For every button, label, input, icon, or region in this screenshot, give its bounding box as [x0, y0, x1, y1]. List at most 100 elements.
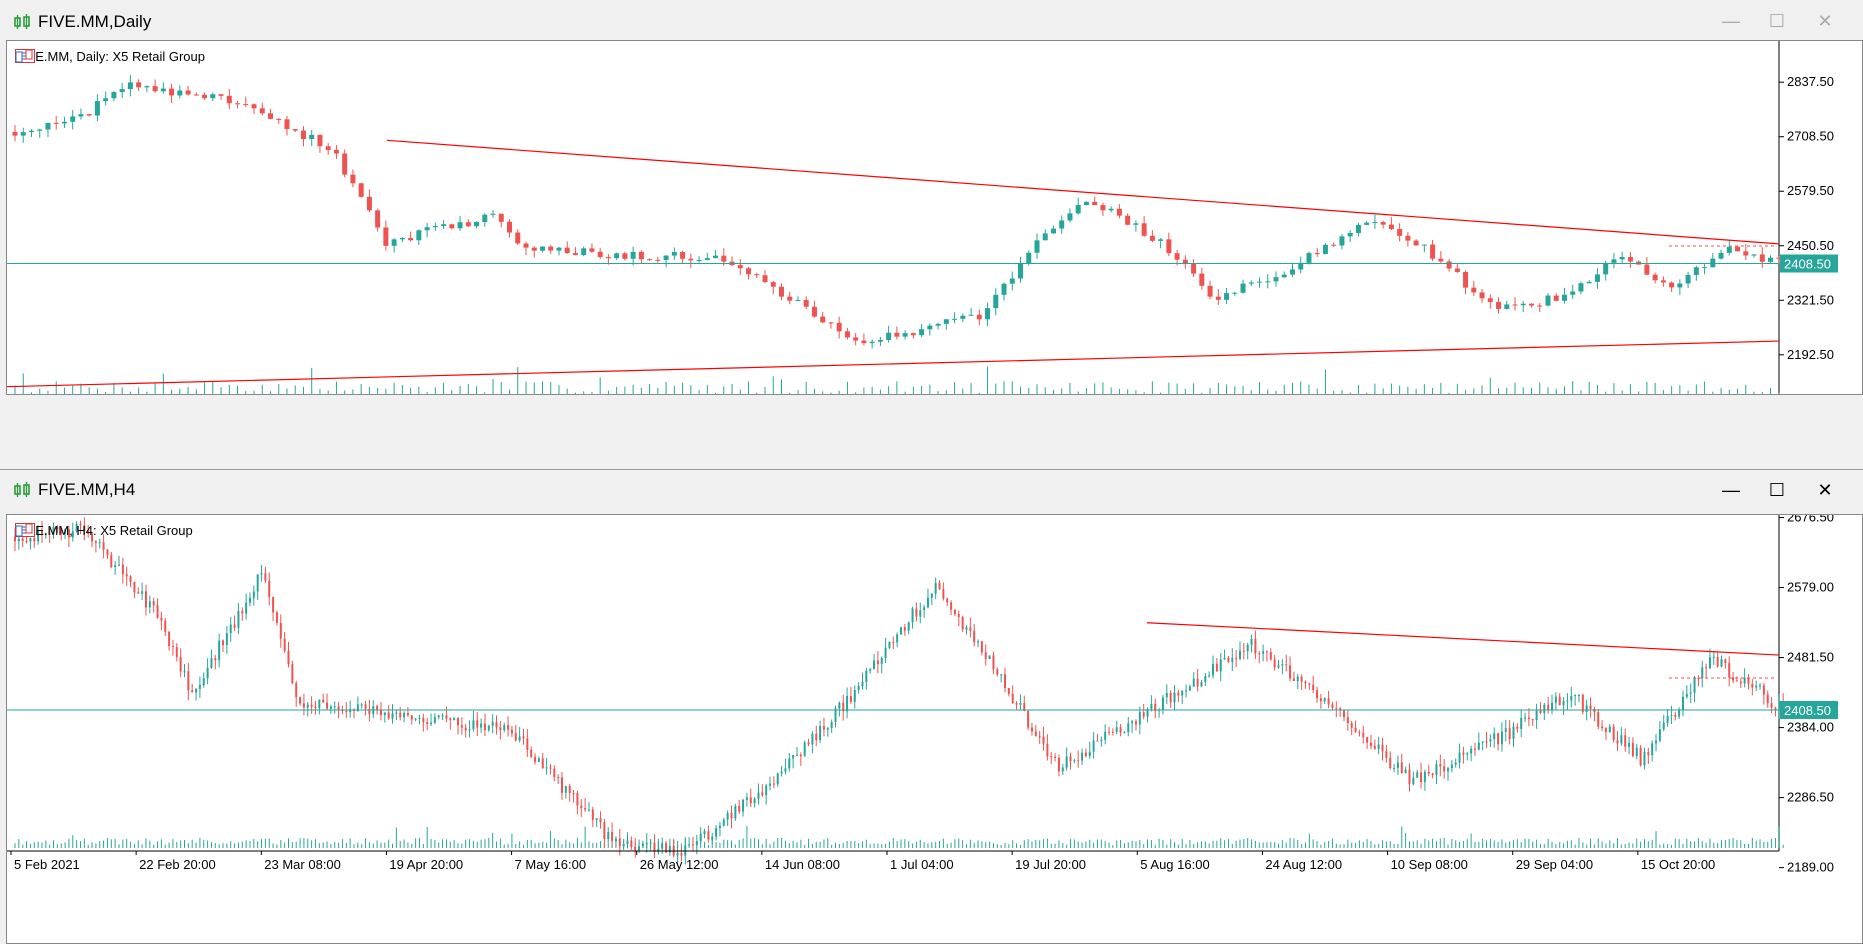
- candle-body: [1289, 269, 1295, 275]
- candle-body: [1400, 762, 1403, 774]
- candle-body: [70, 116, 76, 122]
- candle-body: [576, 792, 579, 806]
- h4-candles-svg[interactable]: 2676.50 2579.00 2481.50 2384.00 2286.50 2189.…: [7, 515, 1863, 944]
- candle-body: [853, 337, 859, 341]
- candle-body: [437, 715, 440, 718]
- candle-body: [715, 828, 718, 837]
- daily-candles-svg[interactable]: 2837.50 2708.50 2579.50 2450.50 2321.50 2192.…: [7, 41, 1863, 395]
- x-tick-label: 24 Aug 12:00: [1265, 857, 1342, 872]
- candle-body: [807, 742, 810, 745]
- candle-body: [187, 671, 190, 691]
- candle-body: [1331, 244, 1337, 246]
- candle-body: [836, 322, 842, 332]
- candle-body: [333, 706, 336, 708]
- candle-body: [235, 103, 241, 105]
- candle-body: [1300, 676, 1303, 682]
- close-button[interactable]: ✕: [1810, 477, 1840, 503]
- candle-body: [1516, 726, 1519, 729]
- x-tick-label: 10 Sep 08:00: [1391, 857, 1468, 872]
- candle-body: [1520, 717, 1523, 729]
- y-tick-label: 2676.50: [1787, 515, 1834, 525]
- candle-body: [160, 617, 163, 621]
- candle-body: [1354, 727, 1357, 732]
- candle-body: [641, 843, 644, 847]
- candle-body: [399, 238, 405, 240]
- candle-body: [1589, 705, 1592, 709]
- close-button[interactable]: ✕: [1810, 8, 1840, 34]
- daily-title-bar[interactable]: FIVE.MM,Daily — ☐ ✕: [0, 0, 1863, 40]
- maximize-button[interactable]: ☐: [1762, 8, 1792, 34]
- x-tick-label: 22 Feb 20:00: [139, 857, 216, 872]
- chart-type-icon: [15, 523, 33, 537]
- candle-body: [861, 681, 864, 687]
- candle-body: [1628, 742, 1631, 747]
- candle-body: [1662, 722, 1665, 730]
- candle-body: [310, 704, 313, 707]
- minimize-button[interactable]: —: [1716, 477, 1746, 503]
- candle-body: [495, 722, 498, 728]
- candle-body: [1493, 733, 1496, 740]
- candle-body: [1265, 651, 1268, 653]
- candle-body: [1200, 682, 1203, 687]
- candle-body: [1061, 767, 1064, 772]
- candle-body: [114, 565, 117, 568]
- candle-body: [1265, 281, 1271, 283]
- candle-body: [1316, 690, 1319, 699]
- h4-title-bar[interactable]: FIVE.MM,H4 — ☐ ✕: [0, 470, 1863, 508]
- candle-body: [360, 704, 363, 706]
- candle-body: [1385, 751, 1388, 758]
- candle-body: [526, 738, 529, 750]
- maximize-button[interactable]: ☐: [1762, 477, 1792, 503]
- candle-body: [177, 90, 183, 96]
- candle-body: [1751, 683, 1754, 688]
- candle-body: [707, 831, 710, 840]
- daily-chart-area[interactable]: 2837.50 2708.50 2579.50 2450.50 2321.50 2192.…: [6, 40, 1863, 395]
- candle-body: [499, 727, 502, 731]
- candle-body: [988, 655, 991, 659]
- candle-body: [1096, 740, 1099, 742]
- candle-body: [737, 265, 743, 269]
- y-tick-label: 2189.00: [1787, 860, 1834, 875]
- candle-body: [638, 846, 641, 851]
- candle-body: [156, 605, 159, 618]
- candle-body: [1219, 659, 1222, 672]
- candle-body: [491, 722, 494, 726]
- x-tick-label: 5 Feb 2021: [14, 857, 80, 872]
- candle-body: [1597, 712, 1600, 727]
- candle-body: [830, 721, 833, 728]
- candle-body: [1192, 678, 1195, 687]
- candle-body: [218, 640, 221, 661]
- candle-body: [337, 706, 340, 710]
- h4-chart-area[interactable]: 2676.50 2579.00 2481.50 2384.00 2286.50 2189.…: [6, 514, 1863, 944]
- candle-body: [1631, 742, 1634, 757]
- candle-body: [391, 713, 394, 719]
- minimize-button[interactable]: —: [1716, 8, 1746, 34]
- candle-body: [322, 699, 325, 703]
- candle-body: [957, 614, 960, 617]
- candle-body: [992, 655, 995, 670]
- candle-body: [711, 836, 714, 840]
- candle-body: [306, 704, 309, 708]
- candle-body: [1479, 292, 1485, 299]
- candle-body: [1015, 703, 1018, 705]
- candle-body: [441, 224, 447, 226]
- candle-body: [1551, 702, 1554, 710]
- candle-body: [869, 668, 872, 671]
- candle-body: [482, 214, 488, 223]
- candle-body: [523, 243, 529, 248]
- candle-body: [745, 797, 748, 800]
- candle-body: [1755, 685, 1758, 688]
- candle-body: [1133, 223, 1139, 225]
- candle-body: [1314, 253, 1320, 255]
- candle-body: [399, 712, 402, 718]
- candle-body: [1018, 263, 1024, 279]
- candle-body: [1718, 252, 1724, 259]
- candle-body: [1161, 697, 1164, 710]
- candle-body: [1150, 703, 1153, 710]
- candle-body: [886, 332, 892, 340]
- candle-body: [903, 627, 906, 631]
- candle-body: [1421, 244, 1427, 246]
- candle-body: [1685, 274, 1691, 284]
- candle-body: [1127, 723, 1130, 733]
- candle-body: [507, 221, 513, 233]
